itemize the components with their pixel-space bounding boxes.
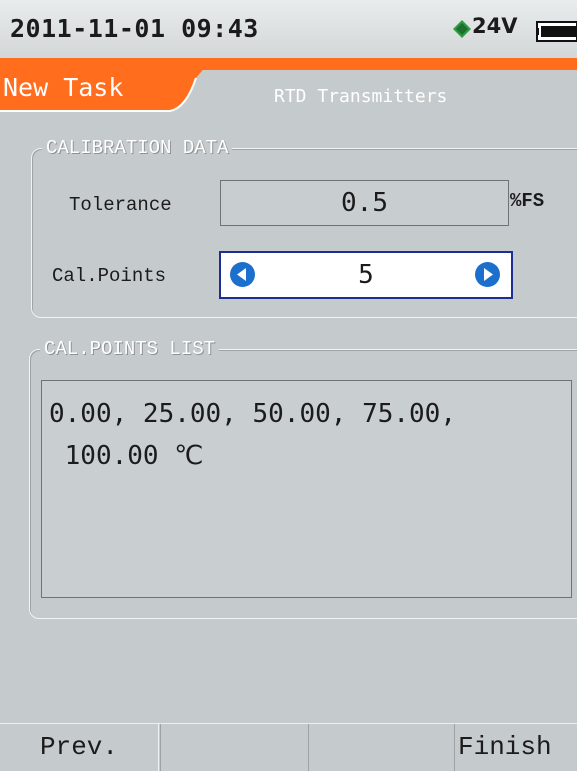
status-bar: 2011-11-01 09:43 24V (0, 0, 577, 58)
cal-points-list-legend: CAL.POINTS LIST (40, 338, 220, 360)
cal-points-label: Cal.Points (52, 265, 167, 287)
cal-points-list-text: 0.00, 25.00, 50.00, 75.00, 100.00 ℃ (49, 399, 456, 471)
tolerance-unit: %FS (510, 190, 545, 212)
softkey-finish[interactable]: Finish (454, 724, 577, 771)
tab-new-task-label: New Task (3, 73, 124, 102)
softkey-finish-label: Finish (458, 732, 552, 762)
calibration-data-legend: CALIBRATION DATA (42, 137, 233, 159)
voltage-readout: 24V (472, 14, 518, 38)
screen-title: RTD Transmitters (274, 86, 448, 107)
softkey-2[interactable] (160, 724, 309, 771)
battery-icon (536, 21, 577, 42)
decrease-arrow-icon[interactable] (229, 261, 256, 288)
softkey-3[interactable] (308, 724, 455, 771)
cal-points-stepper[interactable]: 5 (219, 251, 513, 299)
tolerance-field[interactable]: 0.5 (220, 180, 509, 226)
tolerance-label: Tolerance (69, 194, 172, 216)
datetime: 2011-11-01 09:43 (10, 14, 259, 43)
tab-new-task[interactable]: New Task (0, 66, 206, 113)
softkey-bar: Prev. Finish (0, 723, 577, 771)
increase-arrow-icon[interactable] (474, 261, 501, 288)
softkey-prev-label: Prev. (40, 732, 119, 762)
softkey-prev[interactable]: Prev. (0, 724, 159, 771)
cal-points-value: 5 (358, 260, 374, 290)
cal-points-list-box: 0.00, 25.00, 50.00, 75.00, 100.00 ℃ (41, 380, 572, 598)
power-diamond-icon (453, 20, 471, 38)
